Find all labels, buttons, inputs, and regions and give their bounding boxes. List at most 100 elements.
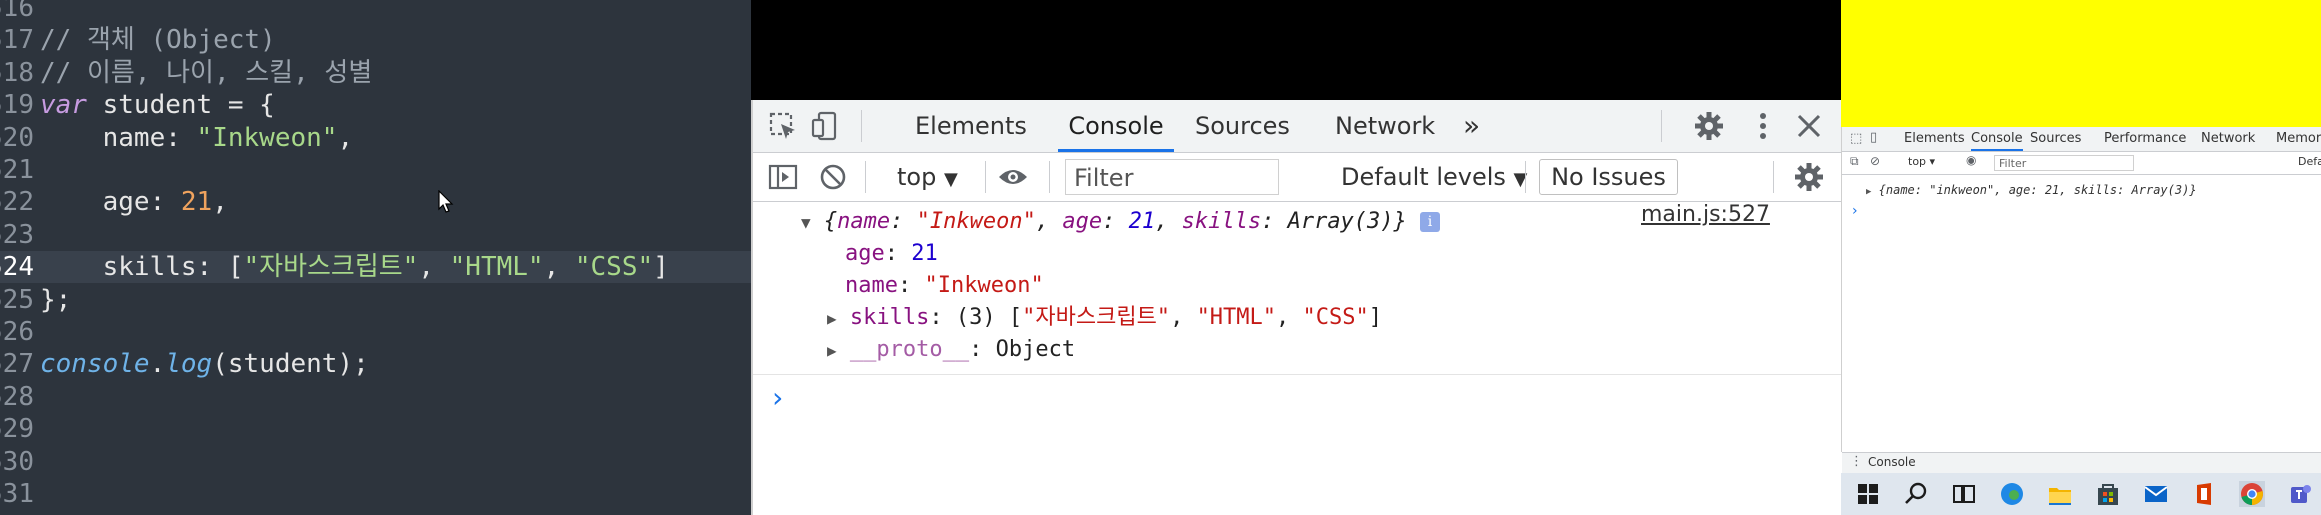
code-line[interactable]: 530 (0, 446, 40, 478)
code-token: 21 (180, 187, 213, 218)
code-line[interactable]: 527console.log(student); (0, 348, 369, 380)
tab-console[interactable]: Console (1058, 100, 1174, 152)
code-token: console (40, 349, 150, 380)
issues-button[interactable]: No Issues (1539, 159, 1678, 195)
edge-browser-icon[interactable] (1999, 481, 2025, 507)
line-number: 531 (0, 479, 34, 509)
comma: , (1035, 209, 1063, 234)
console-prompt[interactable]: › (769, 382, 786, 414)
mini-tab-console[interactable]: Console (1971, 127, 2023, 151)
property-name: name: "Inkweon" (845, 270, 1044, 302)
log-levels-dropdown[interactable]: Default levels ▼ (1341, 153, 1527, 201)
console-filter-input[interactable]: Filter (1065, 159, 1279, 195)
live-expression-eye-icon[interactable] (997, 161, 1029, 193)
mini-tab-network[interactable]: Network (2201, 127, 2255, 151)
property-key: name (845, 273, 898, 298)
kebab-menu-icon[interactable] (1747, 110, 1779, 142)
mini-context-label: top (1908, 155, 1927, 168)
code-token: name: (40, 122, 197, 153)
code-line[interactable]: 524 skills: ["자바스크립트", "HTML", "CSS"] (0, 251, 751, 284)
code-token: var (40, 90, 87, 121)
code-line[interactable]: 528 (0, 381, 40, 413)
code-line[interactable]: 517// 객체 (Object) (0, 24, 276, 56)
array-item: "자바스크립트" (1022, 305, 1171, 330)
code-token: "HTML" (449, 252, 544, 283)
mini-log-levels[interactable]: Defa (2298, 155, 2321, 168)
clear-console-icon[interactable] (817, 161, 849, 193)
windows-start-icon[interactable] (1855, 481, 1881, 507)
show-sidebar-icon[interactable] (767, 161, 799, 193)
code-token: ] (653, 252, 669, 283)
settings-gear-icon[interactable] (1693, 110, 1725, 142)
console-toolbar: top ▼ Filter Default levels ▼ No Issues (753, 153, 1843, 202)
prompt-divider (753, 374, 1843, 375)
line-number: 527 (0, 349, 34, 380)
property-value: 21 (911, 241, 938, 266)
mini-console-toolbar: ⧉ ⊘ top ▾ ◉ Filter Defa (1842, 152, 2321, 175)
code-line[interactable]: 522 age: 21, (0, 186, 228, 218)
inspect-element-icon[interactable]: ⬚ (1850, 131, 1862, 146)
mini-log-entry[interactable]: ▶ {name: "inkweon", age: 21, skills: Arr… (1866, 183, 2197, 197)
more-tabs-button[interactable]: » (1463, 100, 1480, 152)
code-line[interactable]: 518// 이름, 나이, 스킬, 성별 (0, 57, 372, 89)
device-toolbar-icon[interactable]: ▯ (1870, 130, 1877, 145)
code-line[interactable]: 525}; (0, 284, 71, 316)
code-line[interactable]: 521 (0, 154, 40, 186)
tab-network[interactable]: Network (1335, 100, 1435, 152)
device-toolbar-icon[interactable] (809, 110, 841, 142)
mini-filter-input[interactable]: Filter (1994, 155, 2134, 171)
code-line[interactable]: 520 name: "Inkweon", (0, 122, 353, 154)
code-text: var student = { (40, 89, 275, 121)
code-text: console.log(student); (40, 348, 369, 380)
mini-context-selector[interactable]: top ▾ (1908, 155, 1935, 168)
task-view-icon[interactable] (1951, 481, 1977, 507)
code-line[interactable]: 531 (0, 478, 40, 510)
property-proto[interactable]: ▶ __proto__: Object (827, 334, 1075, 366)
office-icon[interactable] (2191, 481, 2217, 507)
live-expression-eye-icon[interactable]: ◉ (1966, 153, 1976, 167)
windows-taskbar (1841, 473, 2321, 515)
line-number: 526 (0, 317, 34, 347)
console-settings-gear-icon[interactable] (1793, 161, 1825, 193)
log-entry-summary[interactable]: ▼ {name: "Inkweon", age: 21, skills: Arr… (801, 206, 1441, 238)
file-explorer-icon[interactable] (2047, 481, 2073, 507)
inspect-element-icon[interactable] (767, 110, 799, 142)
context-selector[interactable]: top ▼ (897, 153, 958, 201)
mini-drawer-bar: ⋮ Console (1842, 452, 2321, 473)
line-number: 516 (0, 0, 34, 23)
search-icon[interactable] (1903, 481, 1929, 507)
clear-console-icon[interactable]: ⊘ (1870, 154, 1880, 168)
show-sidebar-icon[interactable]: ⧉ (1850, 154, 1859, 169)
code-line[interactable]: 523 (0, 219, 40, 251)
tab-sources[interactable]: Sources (1195, 100, 1290, 152)
mini-console-prompt[interactable]: › (1852, 203, 1858, 219)
teams-icon[interactable] (2287, 481, 2313, 507)
property-skills[interactable]: ▶ skills: (3) ["자바스크립트", "HTML", "CSS"] (827, 302, 1382, 334)
source-link[interactable]: main.js:527 (1641, 202, 1770, 227)
tab-elements[interactable]: Elements (915, 100, 1027, 152)
drawer-tab-console[interactable]: Console (1868, 455, 1916, 469)
mini-tab-performance[interactable]: Performance (2104, 127, 2186, 151)
code-line[interactable]: 526 (0, 316, 40, 348)
mail-icon[interactable] (2143, 481, 2169, 507)
line-number: 517 (0, 25, 34, 56)
drawer-menu-icon[interactable]: ⋮ (1850, 454, 1863, 469)
code-line[interactable]: 516 (0, 0, 40, 24)
array-item: "HTML" (1196, 305, 1277, 330)
tabbar-separator (861, 110, 862, 142)
close-devtools-icon[interactable] (1793, 110, 1825, 142)
code-line[interactable]: 529 (0, 413, 40, 445)
info-icon[interactable]: i (1420, 212, 1441, 232)
mini-tab-elements[interactable]: Elements (1904, 127, 1965, 151)
mini-tab-sources[interactable]: Sources (2030, 127, 2081, 151)
chrome-icon[interactable] (2239, 481, 2265, 507)
colon: : (969, 337, 996, 362)
code-token: // 이름, 나이, 스킬, 성별 (40, 57, 373, 88)
code-editor[interactable]: 516517// 객체 (Object)518// 이름, 나이, 스킬, 성별… (0, 0, 751, 515)
property-key: skills (849, 305, 930, 330)
store-icon[interactable] (2095, 481, 2121, 507)
mini-tab-memory[interactable]: Memor (2276, 127, 2321, 151)
code-line[interactable]: 519var student = { (0, 89, 275, 121)
line-number: 524 (0, 252, 34, 283)
code-token: student = { (86, 90, 275, 121)
